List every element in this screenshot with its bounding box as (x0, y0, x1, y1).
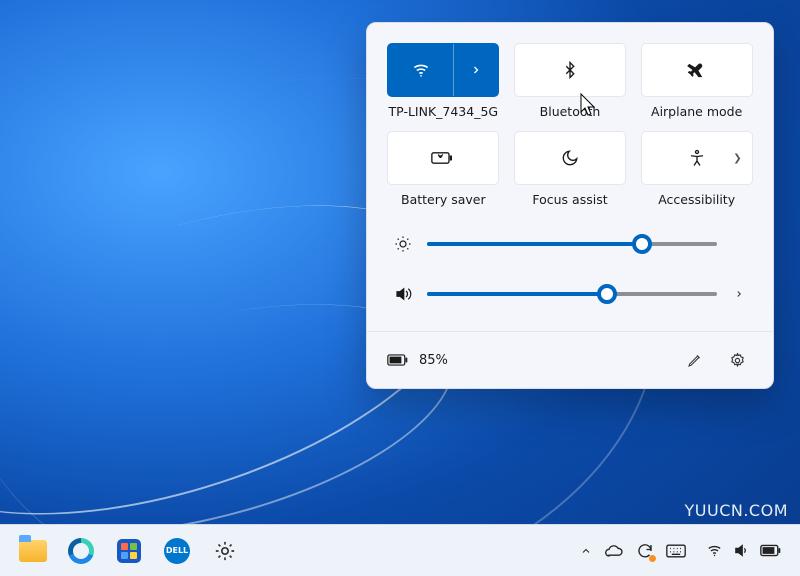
tile-group-airplane: Airplane mode (640, 43, 753, 119)
volume-fill (427, 292, 607, 296)
airplane-tile[interactable] (641, 43, 753, 97)
accessibility-icon (688, 149, 706, 167)
gear-icon (214, 540, 236, 562)
brightness-icon (393, 235, 413, 253)
quick-settings-panel: TP-LINK_7434_5G Bluetooth Airplane mode (366, 22, 774, 389)
cloud-icon (604, 544, 624, 558)
desktop-wallpaper: TP-LINK_7434_5G Bluetooth Airplane mode (0, 0, 800, 576)
chevron-up-icon (580, 545, 592, 557)
focus-assist-tile[interactable] (514, 131, 626, 185)
taskbar-system-tray (580, 538, 788, 563)
taskbar-pinned-apps: DELL (12, 530, 246, 572)
edge-app[interactable] (60, 530, 102, 572)
taskbar: DELL (0, 524, 800, 576)
gear-icon (729, 352, 746, 369)
sliders-section (387, 235, 753, 317)
volume-icon (733, 542, 750, 559)
store-icon (117, 539, 141, 563)
wifi-icon (411, 60, 431, 80)
tile-group-battery-saver: Battery saver (387, 131, 500, 207)
volume-icon (393, 285, 413, 303)
battery-percent-text[interactable]: 85% (419, 353, 448, 368)
settings-button[interactable] (721, 344, 753, 376)
tray-expand-button[interactable] (580, 545, 592, 557)
folder-icon (19, 540, 47, 562)
airplane-icon (687, 60, 707, 80)
chevron-right-icon: ❯ (733, 153, 741, 164)
bluetooth-label: Bluetooth (540, 104, 601, 119)
keyboard-icon (666, 544, 686, 558)
accessibility-label: Accessibility (658, 192, 735, 207)
bluetooth-tile[interactable] (514, 43, 626, 97)
moon-icon (561, 149, 579, 167)
wifi-label: TP-LINK_7434_5G (389, 104, 499, 119)
quick-settings-footer: 85% (367, 331, 773, 388)
microsoft-store-app[interactable] (108, 530, 150, 572)
tile-group-bluetooth: Bluetooth (514, 43, 627, 119)
dell-app[interactable]: DELL (156, 530, 198, 572)
wifi-tile[interactable] (387, 43, 499, 97)
volume-expand-button[interactable] (731, 289, 747, 299)
quick-settings-tray-button[interactable] (700, 538, 788, 563)
brightness-slider-row (393, 235, 747, 253)
focus-assist-label: Focus assist (532, 192, 607, 207)
input-method-tray-icon[interactable] (666, 544, 686, 558)
battery-saver-tile[interactable] (387, 131, 499, 185)
wifi-toggle[interactable] (388, 60, 453, 80)
brightness-fill (427, 242, 642, 246)
chevron-right-icon (734, 289, 744, 299)
edge-icon (68, 538, 94, 564)
wifi-expand-button[interactable] (454, 64, 498, 76)
edit-quick-settings-button[interactable] (679, 344, 711, 376)
bluetooth-icon (561, 61, 579, 79)
quick-settings-tiles: TP-LINK_7434_5G Bluetooth Airplane mode (387, 43, 753, 207)
pencil-icon (687, 352, 703, 368)
chevron-right-icon (470, 64, 482, 76)
battery-icon (387, 353, 409, 367)
volume-slider[interactable] (427, 292, 717, 296)
file-explorer-app[interactable] (12, 530, 54, 572)
battery-saver-label: Battery saver (401, 192, 486, 207)
accessibility-tile[interactable]: ❯ (641, 131, 753, 185)
settings-app[interactable] (204, 530, 246, 572)
brightness-slider[interactable] (427, 242, 717, 246)
volume-slider-row (393, 285, 747, 303)
brightness-thumb[interactable] (632, 234, 652, 254)
airplane-label: Airplane mode (651, 104, 742, 119)
watermark-text: YUUCN.COM (685, 501, 789, 520)
battery-icon (760, 544, 782, 557)
tile-group-focus-assist: Focus assist (514, 131, 627, 207)
notification-dot-icon (649, 555, 656, 562)
wifi-icon (706, 542, 723, 559)
tile-group-accessibility: ❯ Accessibility (640, 131, 753, 207)
battery-saver-icon (431, 150, 455, 166)
onedrive-tray-icon[interactable] (604, 544, 624, 558)
tile-group-wifi: TP-LINK_7434_5G (387, 43, 500, 119)
windows-update-tray-icon[interactable] (636, 542, 654, 560)
dell-icon: DELL (164, 538, 190, 564)
volume-thumb[interactable] (597, 284, 617, 304)
